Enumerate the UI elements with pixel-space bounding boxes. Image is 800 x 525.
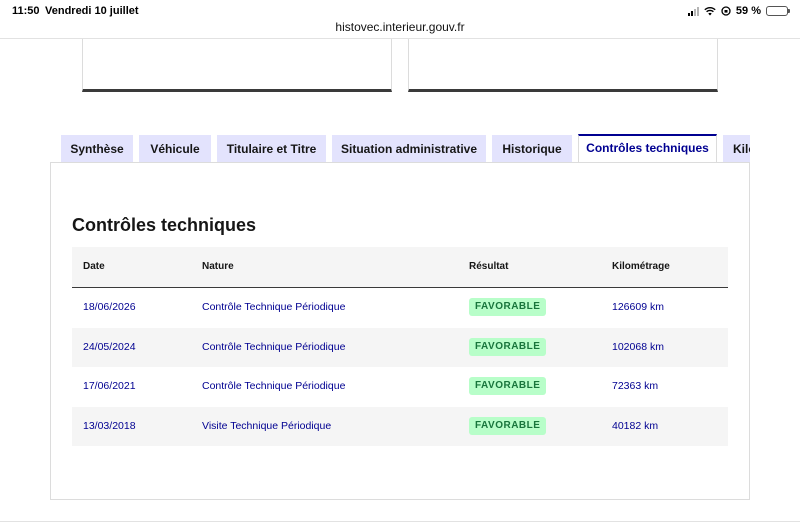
cell-nature: Contrôle Technique Périodique: [202, 380, 346, 392]
cell-nature: Contrôle Technique Périodique: [202, 301, 346, 313]
tab-situation-administrative[interactable]: Situation administrative: [332, 135, 486, 163]
cell-nature: Visite Technique Périodique: [202, 419, 332, 432]
tab-panel: Contrôles techniques Date Nature Résulta…: [50, 162, 750, 500]
table-row: 18/06/2026 Contrôle Technique Périodique…: [72, 288, 728, 328]
result-badge: FAVORABLE: [469, 377, 547, 395]
cell-mileage: 102068 km: [612, 340, 664, 353]
cell-date: 24/05/2024: [83, 340, 136, 353]
tab-vehicule[interactable]: Véhicule: [139, 135, 211, 163]
header-mileage: Kilométrage: [612, 261, 670, 272]
controls-table: Date Nature Résultat Kilométrage 18/06/2…: [72, 247, 728, 446]
cell-mileage: 72363 km: [612, 380, 659, 392]
cell-date: 18/06/2026: [83, 301, 136, 313]
battery-percent: 59 %: [735, 5, 761, 17]
wifi-icon: [704, 6, 716, 16]
header-nature: Nature: [202, 261, 234, 272]
url-text: histovec.interieur.gouv.fr: [335, 20, 465, 34]
status-time: 11:50: [12, 5, 40, 17]
result-badge: FAVORABLE: [469, 298, 547, 316]
header-date: Date: [83, 261, 105, 272]
tab-kilometrage[interactable]: Kilo: [723, 135, 750, 163]
tab-titulaire[interactable]: Titulaire et Titre: [217, 135, 326, 163]
page-divider: [0, 521, 800, 522]
cell-mileage: 126609 km: [612, 301, 664, 313]
info-card-right: [408, 39, 718, 92]
status-indicators: 59 %: [687, 5, 790, 17]
orientation-lock-icon: [721, 6, 731, 16]
tab-list: Synthèse Véhicule Titulaire et Titre Sit…: [61, 134, 750, 163]
cell-date: 13/03/2018: [83, 419, 136, 432]
section-title: Contrôles techniques: [72, 215, 257, 235]
info-card-left: [82, 39, 392, 92]
cellular-signal-icon: [687, 6, 699, 16]
address-bar[interactable]: histovec.interieur.gouv.fr: [0, 20, 800, 38]
status-date: Vendredi 10 juillet: [45, 5, 139, 17]
result-badge: FAVORABLE: [469, 416, 547, 435]
table-row: 13/03/2018 Visite Technique Périodique F…: [72, 406, 728, 446]
result-badge: FAVORABLE: [469, 337, 547, 356]
table-row: 24/05/2024 Contrôle Technique Périodique…: [72, 327, 728, 367]
tab-historique[interactable]: Historique: [492, 135, 572, 163]
cell-date: 17/06/2021: [83, 380, 136, 392]
header-result: Résultat: [469, 261, 509, 272]
cell-nature: Contrôle Technique Périodique: [202, 340, 346, 353]
tab-controles-techniques[interactable]: Contrôles techniques: [578, 134, 717, 163]
battery-icon: [766, 6, 790, 16]
table-row: 17/06/2021 Contrôle Technique Périodique…: [72, 367, 728, 407]
cell-mileage: 40182 km: [612, 419, 659, 432]
status-bar: 11:50 Vendredi 10 juillet 59 %: [0, 0, 800, 22]
table-header: Date Nature Résultat Kilométrage: [72, 247, 728, 288]
tab-synthese[interactable]: Synthèse: [61, 135, 133, 163]
